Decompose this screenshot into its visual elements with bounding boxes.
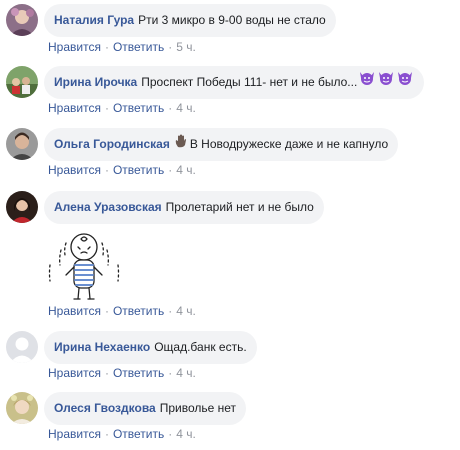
comment-bubble: Ирина Нехаенко Ощад.банк есть. xyxy=(44,331,257,364)
separator: · xyxy=(168,40,173,54)
like-link[interactable]: Нравится xyxy=(48,40,101,54)
devil-icon xyxy=(358,66,376,99)
separator: · xyxy=(104,163,109,177)
avatar[interactable] xyxy=(6,392,38,424)
timestamp[interactable]: 4 ч. xyxy=(176,163,196,177)
like-link[interactable]: Нравится xyxy=(48,163,101,177)
comment-text: Приволье нет xyxy=(159,401,237,415)
comment-author[interactable]: Ирина Нехаенко xyxy=(54,340,150,354)
avatar[interactable] xyxy=(6,128,38,160)
separator: · xyxy=(104,40,109,54)
like-link[interactable]: Нравится xyxy=(48,427,101,441)
waving-hand-icon xyxy=(175,128,187,161)
timestamp[interactable]: 4 ч. xyxy=(176,366,196,380)
like-link[interactable]: Нравится xyxy=(48,366,101,380)
comment-text: Рти 3 микро в 9-00 воды не стало xyxy=(138,13,326,27)
avatar[interactable] xyxy=(6,4,38,36)
timestamp[interactable]: 5 ч. xyxy=(176,40,196,54)
like-link[interactable]: Нравится xyxy=(48,304,101,318)
timestamp[interactable]: 4 ч. xyxy=(176,101,196,115)
comment-bubble: Наталия Гура Рти 3 микро в 9-00 воды не с… xyxy=(44,4,336,37)
timestamp[interactable]: 4 ч. xyxy=(176,304,196,318)
comment-bubble: Алена Уразовская Пролетарий нет и не было xyxy=(44,191,324,224)
comment-actions: Нравится · Ответить · 4 ч. xyxy=(48,366,196,380)
separator: · xyxy=(104,101,109,115)
comment-actions: Нравится · Ответить · 4 ч. xyxy=(48,101,196,115)
devil-icon xyxy=(396,66,414,99)
comment-actions: Нравится · Ответить · 4 ч. xyxy=(48,304,196,318)
reply-link[interactable]: Ответить xyxy=(113,427,164,441)
comment-author[interactable]: Ирина Ирочка xyxy=(54,75,137,89)
like-link[interactable]: Нравится xyxy=(48,101,101,115)
comment-author[interactable]: Алена Уразовская xyxy=(54,200,162,214)
separator: · xyxy=(168,304,173,318)
avatar[interactable] xyxy=(6,66,38,98)
separator: · xyxy=(168,163,173,177)
separator: · xyxy=(168,101,173,115)
separator: · xyxy=(168,366,173,380)
default-avatar[interactable] xyxy=(6,331,38,363)
crying-character-sticker xyxy=(44,225,124,308)
comment-bubble: Ольга Городинская В Новодружеске даже и н… xyxy=(44,128,399,161)
comment-author[interactable]: Олеся Гвоздкова xyxy=(54,401,156,415)
separator: · xyxy=(104,304,109,318)
comment-actions: Нравится · Ответить · 4 ч. xyxy=(48,427,196,441)
reply-link[interactable]: Ответить xyxy=(113,40,164,54)
separator: · xyxy=(104,366,109,380)
comment-actions: Нравится · Ответить · 4 ч. xyxy=(48,163,196,177)
comment-text: Пролетарий нет и не было xyxy=(165,200,314,214)
separator: · xyxy=(104,427,109,441)
reply-link[interactable]: Ответить xyxy=(113,101,164,115)
timestamp[interactable]: 4 ч. xyxy=(176,427,196,441)
reply-link[interactable]: Ответить xyxy=(113,163,164,177)
reply-link[interactable]: Ответить xyxy=(113,304,164,318)
comment-bubble: Ирина Ирочка Проспект Победы 111- нет и н… xyxy=(44,66,425,99)
comment-author[interactable]: Ольга Городинская xyxy=(54,137,170,151)
comment-text: Ощад.банк есть. xyxy=(154,340,247,354)
separator: · xyxy=(168,427,173,441)
reply-link[interactable]: Ответить xyxy=(113,366,164,380)
comment-author[interactable]: Наталия Гура xyxy=(54,13,134,27)
comment-text: В Новодружеске даже и не капнуло xyxy=(189,137,389,151)
comment-text: Проспект Победы 111- нет и не было... xyxy=(141,75,358,89)
comment-bubble: Олеся Гвоздкова Приволье нет xyxy=(44,392,247,425)
comment-actions: Нравится · Ответить · 5 ч. xyxy=(48,40,196,54)
avatar[interactable] xyxy=(6,191,38,223)
devil-icon xyxy=(377,66,395,99)
